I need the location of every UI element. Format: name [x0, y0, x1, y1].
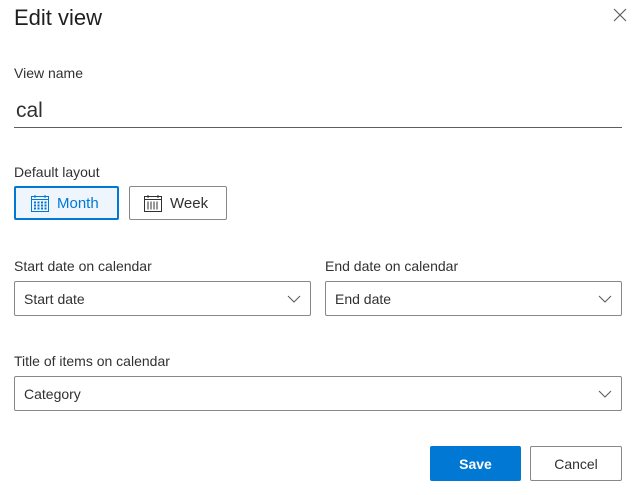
layout-month-label: Month [57, 194, 99, 212]
layout-month-button[interactable]: Month [14, 186, 119, 220]
view-name-input[interactable] [14, 95, 622, 128]
title-items-label: Title of items on calendar [14, 353, 170, 369]
layout-week-button[interactable]: Week [129, 186, 227, 220]
view-name-label: View name [14, 65, 84, 81]
calendar-week-icon [144, 194, 162, 212]
chevron-down-icon [287, 295, 301, 303]
chevron-down-icon [598, 295, 612, 303]
dialog-title: Edit view [14, 5, 103, 30]
edit-view-dialog: Edit view View name Default layout [0, 0, 638, 495]
title-items-value: Category [24, 385, 81, 402]
cancel-button[interactable]: Cancel [530, 446, 622, 481]
end-date-value: End date [335, 290, 392, 307]
end-date-dropdown[interactable]: End date [325, 281, 622, 316]
start-date-dropdown[interactable]: Start date [14, 281, 311, 316]
start-date-value: Start date [24, 290, 85, 307]
save-button[interactable]: Save [430, 446, 521, 481]
close-icon [613, 8, 627, 27]
calendar-month-icon [31, 194, 49, 212]
start-date-label: Start date on calendar [14, 258, 152, 274]
close-button[interactable] [609, 6, 631, 28]
chevron-down-icon [598, 390, 612, 398]
end-date-label: End date on calendar [325, 258, 459, 274]
default-layout-label: Default layout [14, 164, 100, 180]
title-items-dropdown[interactable]: Category [14, 376, 622, 411]
layout-week-label: Week [170, 194, 209, 212]
